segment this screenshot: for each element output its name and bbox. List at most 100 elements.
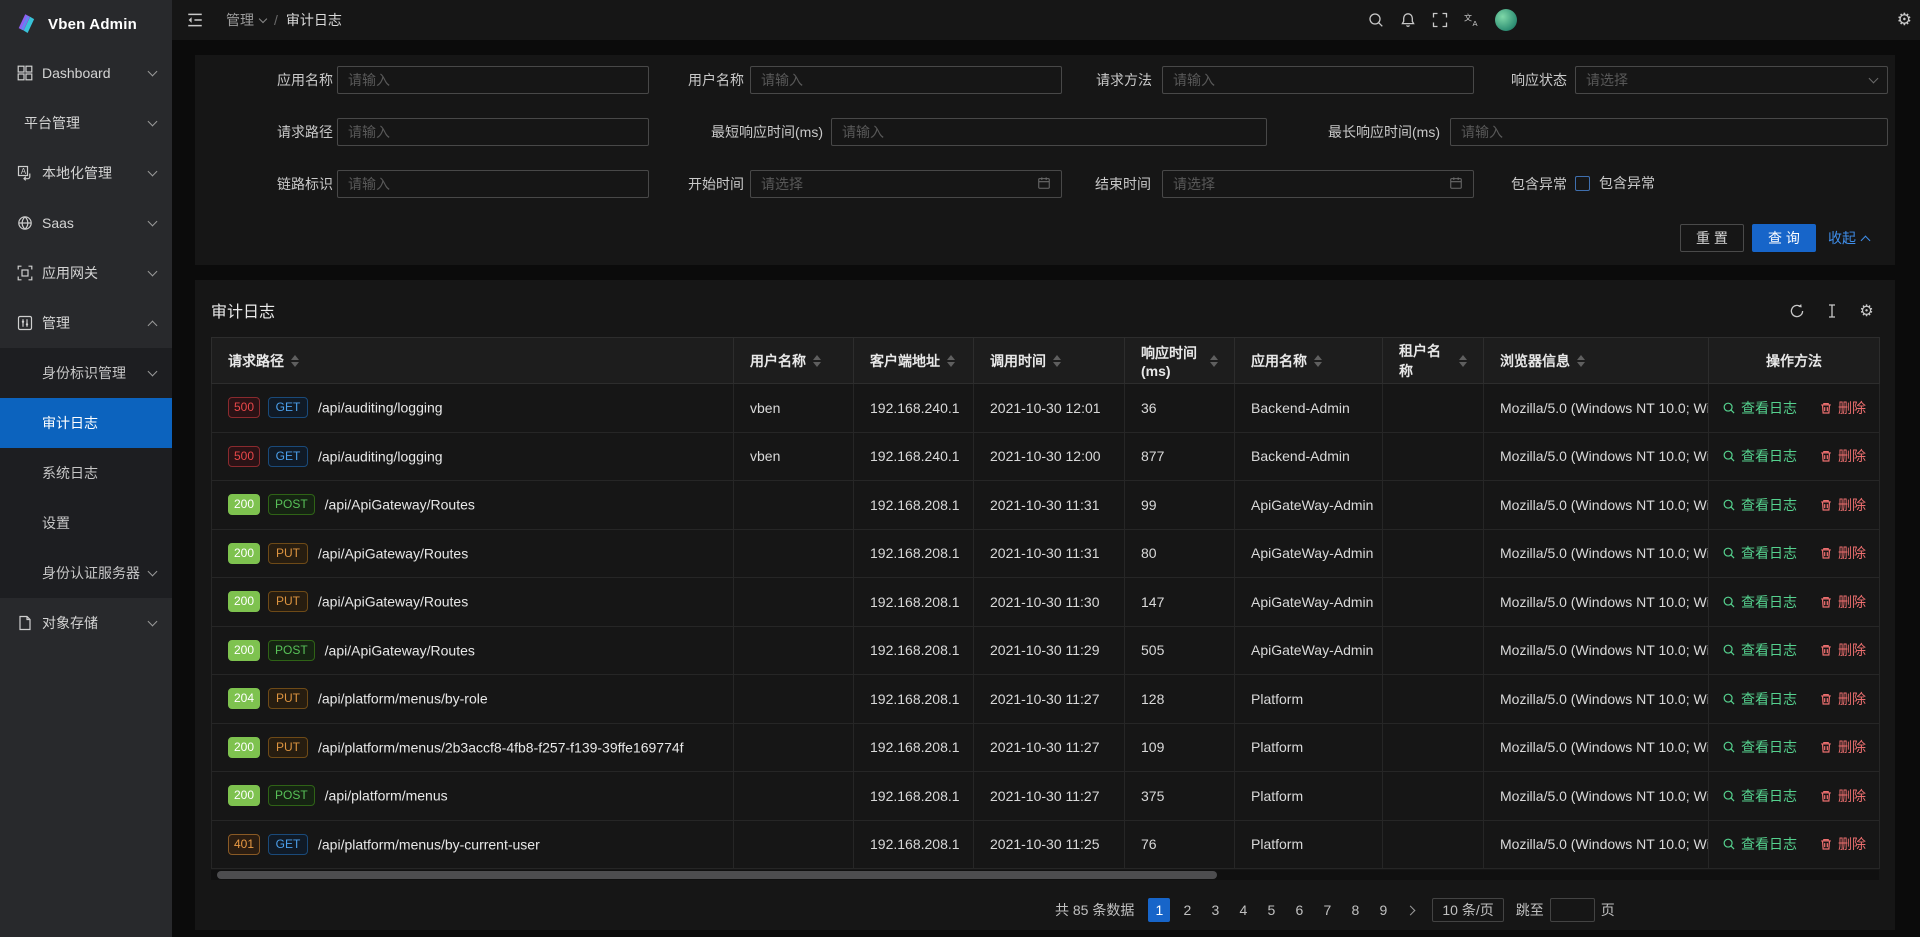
sort-icon[interactable] (813, 355, 821, 367)
sidebar-item-localization[interactable]: A 本地化管理 (0, 148, 172, 198)
delete-button[interactable]: 删除 (1819, 495, 1866, 515)
sort-icon[interactable] (1314, 355, 1322, 367)
delete-button[interactable]: 删除 (1819, 640, 1866, 660)
view-log-button[interactable]: 查看日志 (1722, 446, 1797, 466)
view-log-button[interactable]: 查看日志 (1722, 786, 1797, 806)
delete-button[interactable]: 删除 (1819, 737, 1866, 757)
sidebar-item-audit-log[interactable]: 审计日志 (0, 398, 172, 448)
sidebar-item-gateway[interactable]: 应用网关 (0, 248, 172, 298)
table-row[interactable]: 500GET/api/auditing/logging vben 192.168… (212, 432, 1880, 481)
sort-icon[interactable] (1577, 355, 1585, 367)
avatar[interactable] (1495, 9, 1517, 31)
request-path-input[interactable] (337, 118, 649, 146)
jump-to-input[interactable] (1550, 898, 1595, 922)
table-row[interactable]: 401GET/api/platform/menus/by-current-use… (212, 820, 1880, 869)
table-row[interactable]: 200PUT/api/ApiGateway/Routes 192.168.208… (212, 578, 1880, 627)
page-button[interactable]: 6 (1288, 898, 1310, 922)
sidebar-item-identity-server[interactable]: 身份认证服务器 (0, 548, 172, 598)
page-button[interactable]: 9 (1372, 898, 1394, 922)
fullscreen-icon[interactable] (1431, 12, 1448, 29)
horizontal-scrollbar-thumb[interactable] (217, 871, 1217, 879)
page-size-select[interactable]: 10 条/页 (1432, 898, 1503, 922)
delete-button[interactable]: 删除 (1819, 398, 1866, 418)
actions-cell: 查看日志 删除 (1709, 820, 1880, 869)
col-browser-info[interactable]: 浏览器信息 (1484, 338, 1709, 384)
page-button[interactable]: 3 (1204, 898, 1226, 922)
request-method-input[interactable] (1162, 66, 1474, 94)
sidebar-item-settings[interactable]: 设置 (0, 498, 172, 548)
view-log-button[interactable]: 查看日志 (1722, 737, 1797, 757)
sidebar-item-platform[interactable]: 平台管理 (0, 98, 172, 148)
app-name-input[interactable] (337, 66, 649, 94)
col-request-path[interactable]: 请求路径 (212, 338, 734, 384)
page-button[interactable]: 4 (1232, 898, 1254, 922)
view-log-button[interactable]: 查看日志 (1722, 834, 1797, 854)
sidebar-item-object-storage[interactable]: 对象存储 (0, 598, 172, 648)
reset-button[interactable]: 重 置 (1680, 224, 1744, 252)
sort-icon[interactable] (1459, 355, 1467, 367)
sidebar-item-management[interactable]: 管理 (0, 298, 172, 348)
sidebar-item-identity-management[interactable]: 身份标识管理 (0, 348, 172, 398)
logo[interactable]: Vben Admin (0, 0, 172, 48)
table-row[interactable]: 200PUT/api/platform/menus/2b3accf8-4fb8-… (212, 723, 1880, 772)
view-log-button[interactable]: 查看日志 (1722, 689, 1797, 709)
delete-button[interactable]: 删除 (1819, 592, 1866, 612)
page-button[interactable]: 7 (1316, 898, 1338, 922)
query-button[interactable]: 查 询 (1752, 224, 1816, 252)
delete-button[interactable]: 删除 (1819, 834, 1866, 854)
table-row[interactable]: 200POST/api/ApiGateway/Routes 192.168.20… (212, 481, 1880, 530)
min-response-time-input[interactable] (831, 118, 1267, 146)
trace-id-label: 链路标识 (195, 170, 333, 198)
table-row[interactable]: 200PUT/api/ApiGateway/Routes 192.168.208… (212, 529, 1880, 578)
max-response-time-input[interactable] (1450, 118, 1888, 146)
delete-button[interactable]: 删除 (1819, 543, 1866, 563)
view-log-button[interactable]: 查看日志 (1722, 640, 1797, 660)
page-button[interactable]: 1 (1148, 898, 1170, 922)
view-log-button[interactable]: 查看日志 (1722, 543, 1797, 563)
trace-id-input[interactable] (337, 170, 649, 198)
table-row[interactable]: 204PUT/api/platform/menus/by-role 192.16… (212, 675, 1880, 724)
breadcrumb-parent[interactable]: 管理 (226, 10, 266, 30)
sort-icon[interactable] (1210, 355, 1218, 367)
search-icon[interactable] (1367, 12, 1384, 29)
table-row[interactable]: 500GET/api/auditing/logging vben 192.168… (212, 384, 1880, 433)
sidebar-item-system-log[interactable]: 系统日志 (0, 448, 172, 498)
delete-button[interactable]: 删除 (1819, 446, 1866, 466)
sidebar-item-dashboard[interactable]: Dashboard (0, 48, 172, 98)
page-button[interactable]: 2 (1176, 898, 1198, 922)
col-call-time[interactable]: 调用时间 (974, 338, 1125, 384)
horizontal-scrollbar-track[interactable] (211, 870, 1879, 880)
page-button[interactable]: 5 (1260, 898, 1282, 922)
request-path-text: /api/auditing/logging (318, 448, 443, 464)
col-elapsed[interactable]: 响应时间(ms) (1125, 338, 1235, 384)
response-status-select[interactable]: 请选择 (1575, 66, 1888, 94)
delete-button[interactable]: 删除 (1819, 786, 1866, 806)
next-page-button[interactable] (1400, 898, 1422, 922)
view-log-button[interactable]: 查看日志 (1722, 592, 1797, 612)
bell-icon[interactable] (1399, 12, 1416, 29)
refresh-icon[interactable] (1788, 302, 1805, 319)
translate-icon[interactable]: 文A (1463, 12, 1480, 29)
end-time-picker[interactable]: 请选择 (1162, 170, 1474, 198)
exception-checkbox[interactable] (1575, 176, 1590, 191)
sidebar-item-saas[interactable]: Saas (0, 198, 172, 248)
delete-button[interactable]: 删除 (1819, 689, 1866, 709)
menu-fold-icon[interactable] (186, 11, 204, 29)
table-row[interactable]: 200POST/api/platform/menus 192.168.208.1… (212, 772, 1880, 821)
sort-icon[interactable] (947, 355, 955, 367)
gear-icon[interactable]: ⚙ (1897, 0, 1912, 40)
col-app-name[interactable]: 应用名称 (1235, 338, 1383, 384)
page-button[interactable]: 8 (1344, 898, 1366, 922)
collapse-filter-link[interactable]: 收起 (1828, 224, 1869, 252)
col-user-name[interactable]: 用户名称 (734, 338, 854, 384)
table-row[interactable]: 200POST/api/ApiGateway/Routes 192.168.20… (212, 626, 1880, 675)
view-log-button[interactable]: 查看日志 (1722, 495, 1797, 515)
col-client-ip[interactable]: 客户端地址 (854, 338, 974, 384)
column-settings-icon[interactable]: ⚙ (1858, 302, 1875, 319)
sort-icon[interactable] (1053, 355, 1061, 367)
view-log-button[interactable]: 查看日志 (1722, 398, 1797, 418)
magnifier-icon (1722, 643, 1736, 657)
col-tenant-name[interactable]: 租户名称 (1383, 338, 1484, 384)
row-height-icon[interactable] (1823, 302, 1840, 319)
sort-icon[interactable] (291, 355, 299, 367)
